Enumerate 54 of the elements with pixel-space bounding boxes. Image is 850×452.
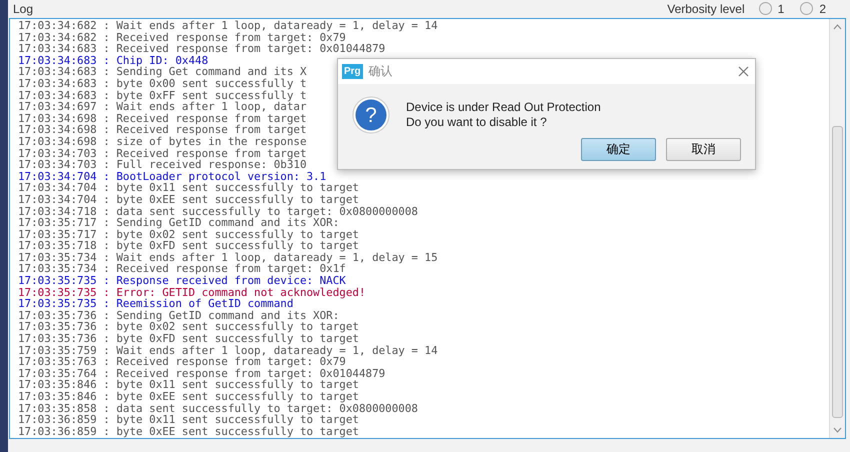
- log-line: 17:03:34:703 : Received response from target: [18, 148, 306, 160]
- log-line: 17:03:35:736 : Sending GetID command and its XOR:: [18, 310, 340, 322]
- log-line: 17:03:36:859 : byte 0x11 sent successfully to target: [18, 414, 359, 426]
- log-line: 17:03:34:704 : byte 0x11 sent successfully to target: [18, 182, 359, 194]
- log-line: 17:03:35:736 : byte 0x02 sent successfully to target: [18, 321, 359, 334]
- cancel-button[interactable]: 取消: [666, 138, 741, 161]
- scroll-down-icon[interactable]: [833, 427, 842, 433]
- scroll-up-icon[interactable]: [833, 24, 842, 30]
- log-line: 17:03:35:858 : data sent successfully to target: 0x0800000008: [18, 402, 418, 414]
- radio-label: 1: [778, 2, 784, 16]
- log-line: 17:03:35:735 : Response received from device: NACK: [18, 275, 346, 287]
- dialog-message: Do you want to disable it ?: [406, 115, 548, 130]
- log-line: 17:03:35:718 : byte 0xFD sent successfully to target: [18, 240, 359, 252]
- radio-label: 2: [819, 2, 826, 16]
- dialog-message: Device is under Read Out Protection: [406, 100, 601, 115]
- log-line: 17:03:34:698 : Received response from target: [18, 112, 306, 124]
- log-line: 17:03:34:683 : Sending Get command and its X: [18, 66, 306, 78]
- log-line: 17:03:34:683 : Chip ID: 0x448: [18, 54, 208, 66]
- log-line: 17:03:36:859 : byte 0xEE sent successfully to target: [18, 426, 359, 438]
- log-line: 17:03:34:698 : size of bytes in the response: [18, 136, 306, 148]
- log-line: 17:03:35:734 : Wait ends after 1 loop, dataready = 1, delay = 15: [18, 252, 438, 264]
- log-line: 17:03:35:717 : Sending GetID command and its XOR:: [18, 217, 340, 229]
- log-line: 17:03:34:704 : byte 0xEE sent successfully to target: [18, 194, 359, 206]
- log-line: 17:03:35:717 : byte 0x02 sent successfully to target: [18, 228, 359, 240]
- log-line: 17:03:34:718 : data sent successfully to target: 0x0800000008: [18, 206, 418, 218]
- log-line: 17:03:35:764 : Received response from target: 0x01044879: [18, 368, 386, 380]
- radio-button[interactable]: [800, 2, 814, 15]
- log-line: 17:03:35:735 : Error: GETID command not acknowledged!: [18, 286, 366, 298]
- log-line: 17:03:34:683 : byte 0xFF sent successfully t: [18, 90, 306, 102]
- dialog-title: 确认: [368, 63, 394, 80]
- log-line: 17:03:34:698 : Received response from target: [18, 124, 306, 136]
- scrollbar-thumb[interactable]: [832, 126, 843, 418]
- log-line: 17:03:35:846 : byte 0xEE sent successfully to target: [18, 391, 359, 403]
- verbosity-label: Verbosity level: [667, 2, 745, 16]
- log-line: 17:03:35:759 : Wait ends after 1 loop, dataready = 1, delay = 14: [18, 344, 438, 356]
- log-line: 17:03:35:736 : byte 0xFD sent successfully to target: [18, 333, 359, 345]
- log-line: 17:03:34:697 : Wait ends after 1 loop, datar: [18, 101, 306, 113]
- log-line: 17:03:34:704 : BootLoader protocol version: 3.1: [18, 170, 326, 182]
- log-line: 17:03:34:682 : Received response from target: 0x79: [18, 32, 346, 44]
- log-line: 17:03:35:735 : Reemission of GetID command: [18, 298, 294, 310]
- log-line: 17:03:35:846 : byte 0x11 sent successfully to target: [18, 379, 359, 391]
- radio-button[interactable]: [758, 2, 772, 15]
- log-line: 17:03:35:734 : Received response from target: 0x1f: [18, 263, 346, 276]
- scrollbar[interactable]: [829, 19, 845, 438]
- app-icon: Prg: [342, 64, 363, 79]
- log-line: 17:03:34:703 : Full received response: 0b310: [18, 159, 306, 171]
- log-line: 17:03:35:763 : Received response from target: 0x79: [18, 356, 346, 368]
- confirm-button[interactable]: 确定: [581, 138, 656, 161]
- question-icon: ?: [352, 96, 390, 134]
- log-line: 17:03:34:683 : Received response from target: 0x01044879: [18, 43, 386, 55]
- log-line: 17:03:34:683 : byte 0x00 sent successfully t: [18, 78, 306, 90]
- close-icon[interactable]: [738, 66, 749, 77]
- log-line: 17:03:34:682 : Wait ends after 1 loop, dataready = 1, delay = 14: [18, 20, 438, 32]
- log-title: Log: [13, 2, 34, 16]
